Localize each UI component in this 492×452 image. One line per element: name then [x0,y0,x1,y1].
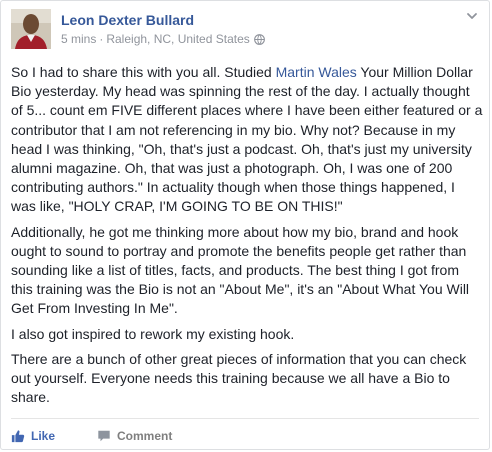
globe-icon [253,33,265,45]
post-meta: 5 mins · Raleigh, NC, United States [61,32,265,46]
post-actions: Like Comment [11,425,481,447]
post-paragraph: So I had to share this with you all. Stu… [11,63,483,217]
divider [11,418,479,419]
paragraph-text: Your Million Dollar Bio yesterday. My he… [11,64,483,215]
post-paragraph: I also got inspired to rework my existin… [11,325,295,342]
meta-separator: · [99,32,104,46]
comment-label: Comment [117,429,173,443]
paragraph-text: So I had to share this with you all. Stu… [11,64,276,80]
thumbs-up-icon [11,430,25,443]
like-label: Like [31,429,56,443]
post-paragraph: There are a bunch of other great pieces … [11,350,467,406]
chevron-down-icon[interactable] [465,9,479,23]
post-body: So I had to share this with you all. Stu… [11,63,483,413]
post-location[interactable]: Raleigh, NC, United States [106,32,249,46]
mentioned-user-link[interactable]: Martin Wales [276,64,357,80]
avatar[interactable] [11,9,51,49]
comment-button[interactable]: Comment [97,429,172,443]
like-button[interactable]: Like [11,429,55,443]
author-name[interactable]: Leon Dexter Bullard [61,12,194,28]
post-time[interactable]: 5 mins [61,32,96,46]
comment-icon [98,430,110,442]
post-header: Leon Dexter Bullard 5 mins · Raleigh, NC… [11,9,481,53]
post-card: Leon Dexter Bullard 5 mins · Raleigh, NC… [0,0,490,450]
post-paragraph: Additionally, he got me thinking more ab… [11,223,470,317]
